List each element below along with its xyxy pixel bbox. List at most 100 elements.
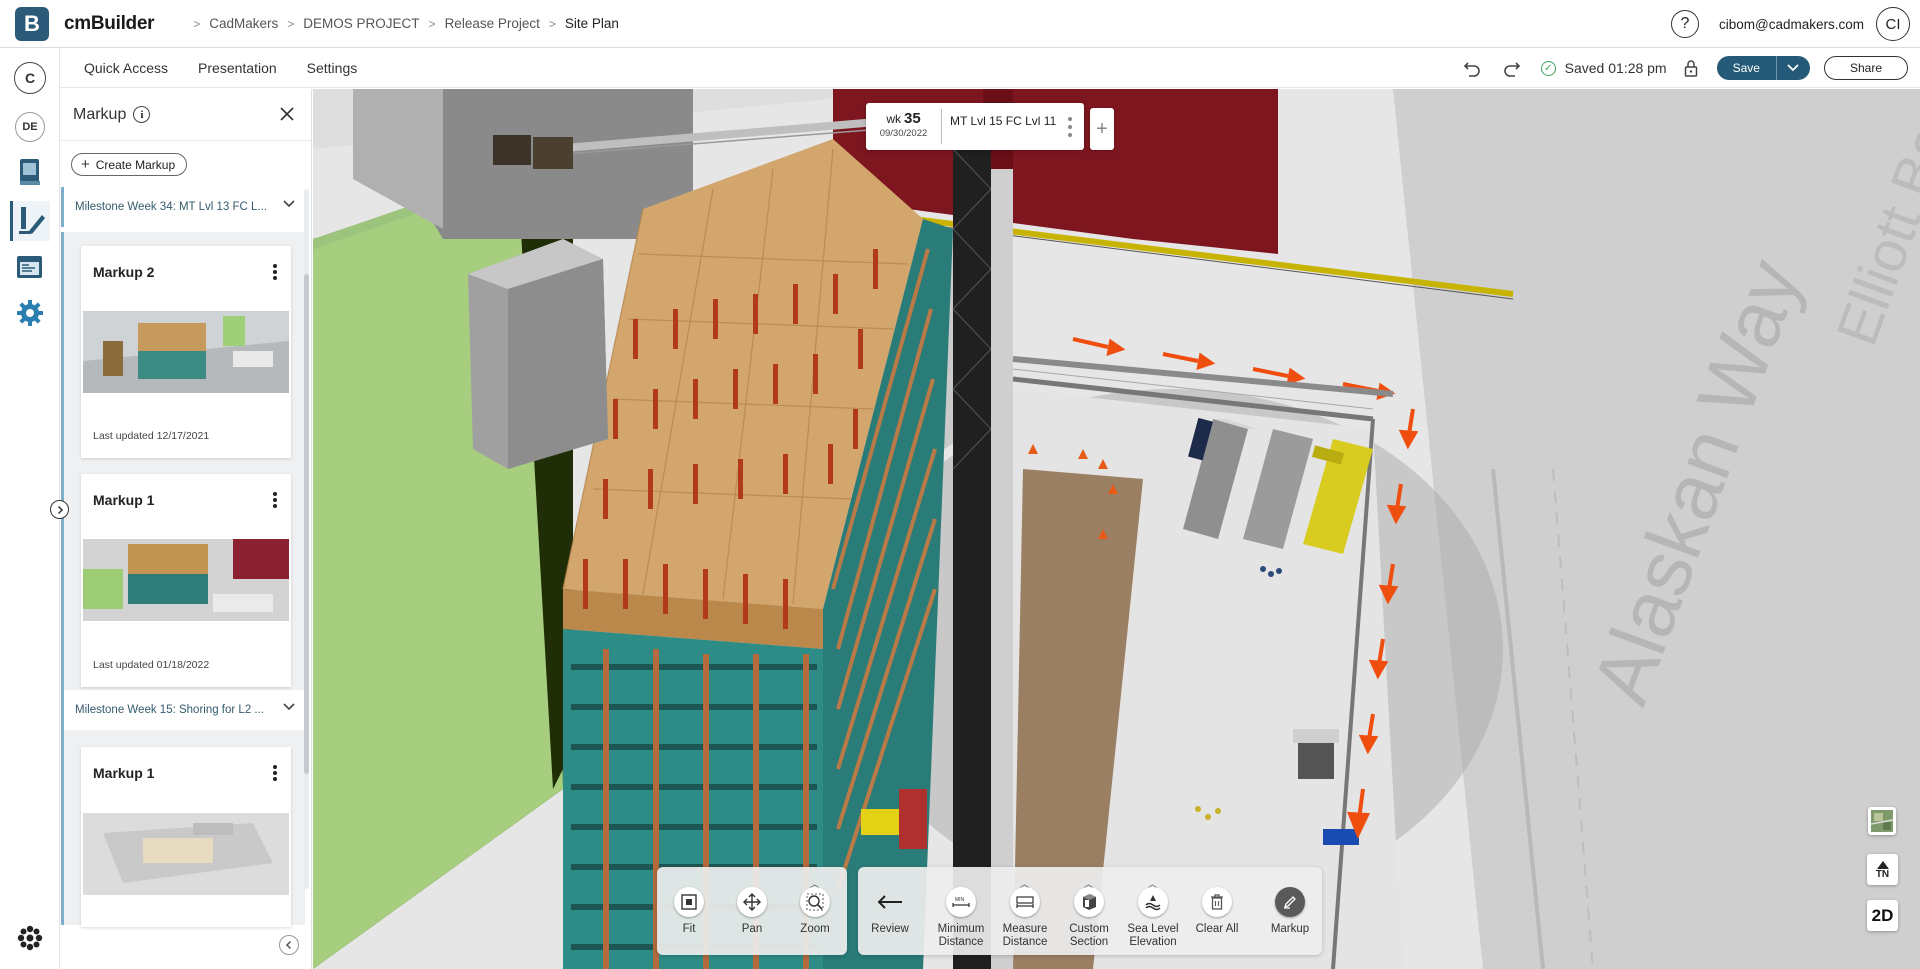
undo-icon[interactable] bbox=[1457, 53, 1487, 83]
custom-section-button[interactable]: ︿ Custom Section bbox=[1057, 879, 1121, 949]
week-number: wk 35 bbox=[866, 110, 941, 127]
true-north-label: TN bbox=[1875, 868, 1890, 880]
close-icon[interactable] bbox=[277, 104, 297, 124]
true-north-icon: TN bbox=[1876, 860, 1889, 880]
section-box-icon bbox=[1074, 887, 1104, 917]
tab-presentation[interactable]: Presentation bbox=[198, 60, 277, 76]
markup-pencil-icon[interactable] bbox=[10, 201, 50, 241]
measure-distance-button[interactable]: ︿ Measure Distance bbox=[993, 879, 1057, 949]
milestone-title: Milestone Week 34: MT Lvl 13 FC L... bbox=[75, 201, 267, 213]
markup-tool-button[interactable]: Markup bbox=[1258, 887, 1322, 936]
caret-up-icon[interactable]: ︿ bbox=[810, 877, 819, 890]
share-button[interactable]: Share bbox=[1823, 56, 1908, 80]
markup-thumbnail bbox=[83, 539, 289, 621]
tool-label: Review bbox=[871, 923, 909, 935]
markup-card-title: Markup 1 bbox=[93, 492, 155, 508]
view-mode-toggle[interactable]: 2D bbox=[1867, 900, 1898, 931]
breadcrumb-separator-icon: > bbox=[548, 16, 556, 31]
markup-card-date: Last updated 01/18/2022 bbox=[93, 659, 210, 671]
breadcrumb-item-current: Site Plan bbox=[564, 16, 619, 31]
top-bar: B cmBuilder > CadMakers > DEMOS PROJECT … bbox=[0, 0, 1920, 48]
pan-button[interactable]: Pan bbox=[720, 887, 784, 936]
tab-quick-access[interactable]: Quick Access bbox=[84, 60, 168, 76]
app-logo[interactable]: B bbox=[10, 4, 54, 44]
tool-label: Fit bbox=[682, 923, 696, 935]
markup-thumbnail bbox=[83, 311, 289, 393]
app-name: cmBuilder bbox=[64, 12, 155, 34]
zoom-icon bbox=[800, 887, 830, 917]
help-button[interactable]: ? bbox=[1671, 10, 1699, 38]
markup-card[interactable]: Markup 1 Last updated 01/18/2022 bbox=[81, 474, 291, 687]
more-options-icon[interactable] bbox=[269, 763, 281, 783]
clear-all-button[interactable]: Clear All bbox=[1185, 887, 1249, 936]
more-options-icon[interactable] bbox=[1068, 117, 1074, 137]
svg-text:MIN: MIN bbox=[955, 897, 965, 903]
breadcrumb-item-company[interactable]: CadMakers bbox=[209, 16, 278, 31]
markup-card-title: Markup 2 bbox=[93, 264, 155, 280]
sea-level-elevation-button[interactable]: ︿ Sea Level Elevation bbox=[1121, 879, 1185, 949]
breadcrumb-separator-icon: > bbox=[287, 16, 295, 31]
lock-icon[interactable] bbox=[1681, 56, 1701, 80]
milestone-header[interactable]: Milestone Week 15: Shoring for L2 ... bbox=[61, 690, 305, 730]
tab-settings[interactable]: Settings bbox=[307, 60, 358, 76]
plus-icon: + bbox=[81, 156, 90, 173]
chevron-left-icon bbox=[285, 940, 292, 950]
markup-pencil-icon bbox=[1275, 887, 1305, 917]
markup-card[interactable]: Markup 1 bbox=[81, 747, 291, 927]
markup-card-date: Last updated 12/17/2021 bbox=[93, 430, 210, 442]
caret-up-icon[interactable]: ︿ bbox=[1020, 877, 1029, 890]
minimum-distance-button[interactable]: MIN Minimum Distance bbox=[929, 887, 993, 949]
project-switcher[interactable]: DE bbox=[15, 112, 45, 142]
book-icon[interactable] bbox=[10, 152, 50, 192]
zoom-button[interactable]: ︿ Zoom bbox=[783, 879, 847, 936]
fit-button[interactable]: Fit bbox=[657, 887, 721, 936]
tool-label: Pan bbox=[741, 923, 763, 935]
tool-label: Clear All bbox=[1195, 923, 1239, 935]
save-button[interactable]: Save bbox=[1716, 56, 1776, 80]
tool-label: Zoom bbox=[800, 923, 830, 935]
apps-flower-icon[interactable] bbox=[10, 918, 50, 958]
settings-gear-icon[interactable] bbox=[10, 293, 50, 333]
breadcrumb-item-release[interactable]: Release Project bbox=[445, 16, 540, 31]
user-email: cibom@cadmakers.com bbox=[1719, 16, 1864, 32]
markup-panel: Markup i + Create Markup Milestone Week … bbox=[61, 89, 312, 969]
tool-label: Markup bbox=[1270, 923, 1310, 935]
site-3d-scene: Alaskan Way Elliott Bay T bbox=[313, 89, 1920, 969]
markup-panel-header: Markup i bbox=[61, 89, 311, 141]
company-switcher[interactable]: C bbox=[14, 62, 46, 94]
true-north-button[interactable]: TN bbox=[1867, 854, 1898, 885]
redo-icon[interactable] bbox=[1497, 53, 1527, 83]
add-milestone-button[interactable]: + bbox=[1090, 108, 1114, 150]
tool-label: Custom Section bbox=[1069, 923, 1109, 948]
breadcrumb-separator-icon: > bbox=[428, 16, 436, 31]
milestone-header[interactable]: Milestone Week 34: MT Lvl 13 FC L... bbox=[61, 187, 305, 227]
caret-up-icon[interactable]: ︿ bbox=[1148, 877, 1157, 890]
more-options-icon[interactable] bbox=[269, 262, 281, 282]
elevation-icon bbox=[1138, 887, 1168, 917]
markup-card[interactable]: Markup 2 Last updated 12/17/2021 bbox=[81, 246, 291, 458]
top-right-area: ? cibom@cadmakers.com CI bbox=[1671, 0, 1910, 48]
collapse-panel-button[interactable] bbox=[279, 935, 299, 955]
scrollbar-thumb[interactable] bbox=[304, 274, 309, 774]
satellite-map-icon[interactable] bbox=[1868, 807, 1896, 835]
saved-status-text: Saved 01:28 pm bbox=[1564, 60, 1667, 76]
review-button[interactable]: Review bbox=[858, 887, 922, 936]
schedule-icon[interactable] bbox=[10, 247, 50, 287]
tool-label: Minimum Distance bbox=[937, 923, 985, 948]
save-controls: ✓ Saved 01:28 pm Save Share bbox=[1457, 48, 1908, 88]
caret-up-icon[interactable]: ︿ bbox=[1084, 877, 1093, 890]
expand-panel-button[interactable] bbox=[50, 500, 69, 519]
user-avatar[interactable]: CI bbox=[1876, 7, 1910, 41]
3d-viewport[interactable]: Alaskan Way Elliott Bay T bbox=[313, 89, 1920, 969]
create-markup-button[interactable]: + Create Markup bbox=[71, 153, 188, 176]
week-selector[interactable]: wk 35 09/30/2022 MT Lvl 15 FC Lvl 11 bbox=[866, 103, 1084, 150]
save-dropdown-button[interactable] bbox=[1775, 56, 1810, 80]
saved-status: ✓ Saved 01:28 pm bbox=[1540, 60, 1667, 76]
more-options-icon[interactable] bbox=[269, 490, 281, 510]
info-icon[interactable]: i bbox=[133, 106, 151, 123]
check-icon: ✓ bbox=[1540, 60, 1556, 76]
pan-icon bbox=[737, 887, 767, 917]
panel-scrollbar[interactable] bbox=[304, 189, 309, 889]
breadcrumb-item-project[interactable]: DEMOS PROJECT bbox=[303, 16, 419, 31]
breadcrumb: > CadMakers > DEMOS PROJECT > Release Pr… bbox=[184, 16, 619, 31]
